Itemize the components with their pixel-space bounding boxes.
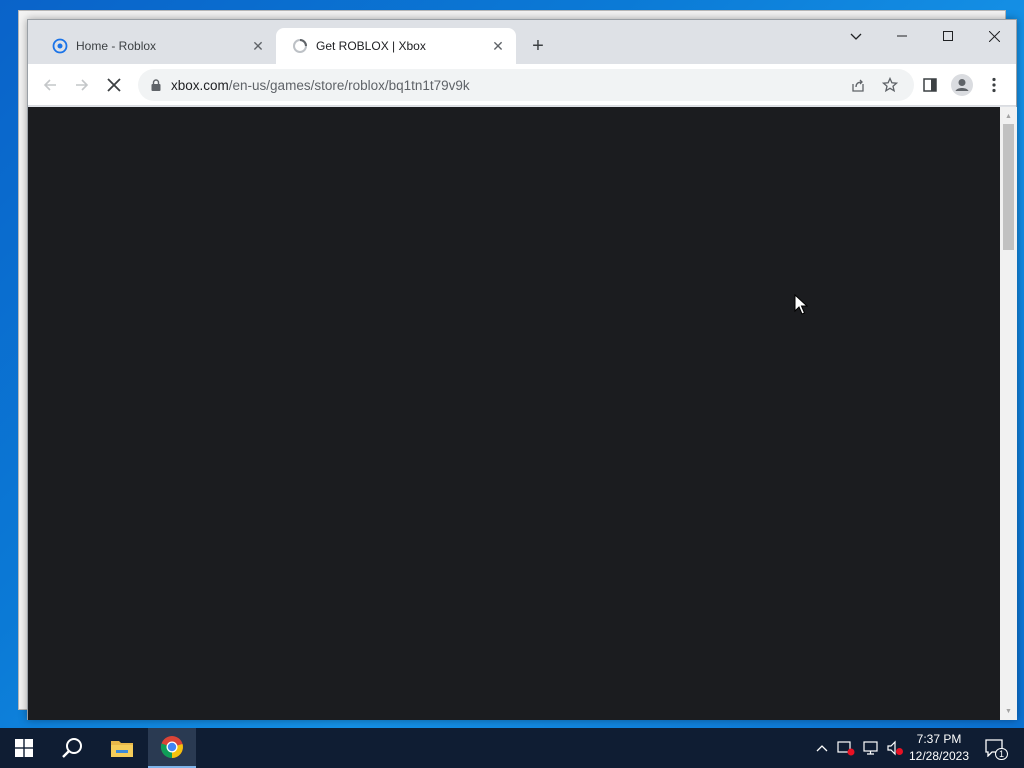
tab-strip: Home - Roblox ✕ Get ROBLOX | Xbox ✕ +: [28, 20, 1016, 64]
tab-home-roblox[interactable]: Home - Roblox ✕: [36, 28, 276, 64]
minimize-icon[interactable]: [879, 20, 925, 52]
profile-icon[interactable]: [948, 71, 976, 99]
clock-date: 12/28/2023: [908, 749, 970, 763]
file-explorer-icon[interactable]: [98, 728, 146, 768]
side-panel-icon[interactable]: [916, 71, 944, 99]
show-hidden-icons-icon[interactable]: [812, 738, 832, 758]
windows-start-icon[interactable]: [0, 728, 48, 768]
close-tab-icon[interactable]: ✕: [490, 38, 506, 54]
scroll-down-icon[interactable]: ▼: [1000, 704, 1017, 718]
forward-arrow-icon[interactable]: [68, 71, 96, 99]
maximize-icon[interactable]: [925, 20, 971, 52]
chrome-window: Home - Roblox ✕ Get ROBLOX | Xbox ✕ + xb…: [27, 19, 1017, 720]
url-text: xbox.com/en-us/games/store/roblox/bq1tn1…: [171, 78, 470, 93]
url-path: /en-us/games/store/roblox/bq1tn1t79v9k: [228, 77, 470, 93]
share-icon[interactable]: [844, 71, 872, 99]
tab-title: Home - Roblox: [76, 39, 157, 53]
notification-center-icon[interactable]: 1: [982, 738, 1008, 760]
taskbar: 7:37 PM 12/28/2023 1: [0, 728, 1024, 768]
search-icon[interactable]: [48, 728, 96, 768]
lock-icon[interactable]: [148, 79, 164, 91]
url-domain: xbox.com: [171, 77, 229, 93]
browser-toolbar: xbox.com/en-us/games/store/roblox/bq1tn1…: [28, 64, 1016, 106]
kebab-menu-icon[interactable]: [980, 71, 1008, 99]
back-arrow-icon[interactable]: [36, 71, 64, 99]
roblox-favicon-icon: [52, 38, 68, 54]
notification-count-badge: 1: [994, 748, 1008, 760]
address-bar[interactable]: xbox.com/en-us/games/store/roblox/bq1tn1…: [138, 69, 914, 101]
clock-time: 7:37 PM: [916, 732, 962, 746]
tab-search-chevron-icon[interactable]: [833, 20, 879, 52]
page-content[interactable]: [28, 107, 1000, 720]
close-tab-icon[interactable]: ✕: [250, 38, 266, 54]
star-icon[interactable]: [876, 71, 904, 99]
stop-loading-icon[interactable]: [100, 71, 128, 99]
loading-favicon-icon: [293, 39, 307, 53]
new-tab-button[interactable]: +: [526, 34, 550, 58]
mouse-cursor-icon: [794, 294, 808, 315]
security-alert-icon[interactable]: [836, 738, 856, 758]
tab-get-roblox-xbox[interactable]: Get ROBLOX | Xbox ✕: [276, 28, 516, 64]
system-clock[interactable]: 7:37 PM 12/28/2023: [904, 731, 974, 765]
vertical-scrollbar[interactable]: ▲ ▼: [1000, 107, 1017, 720]
volume-muted-icon[interactable]: [885, 738, 905, 758]
close-window-icon[interactable]: [971, 20, 1017, 52]
chrome-taskbar-icon[interactable]: [148, 728, 196, 768]
scroll-thumb[interactable]: [1003, 124, 1014, 250]
network-icon[interactable]: [861, 738, 881, 758]
scroll-up-icon[interactable]: ▲: [1000, 109, 1017, 123]
tab-title: Get ROBLOX | Xbox: [316, 39, 426, 53]
